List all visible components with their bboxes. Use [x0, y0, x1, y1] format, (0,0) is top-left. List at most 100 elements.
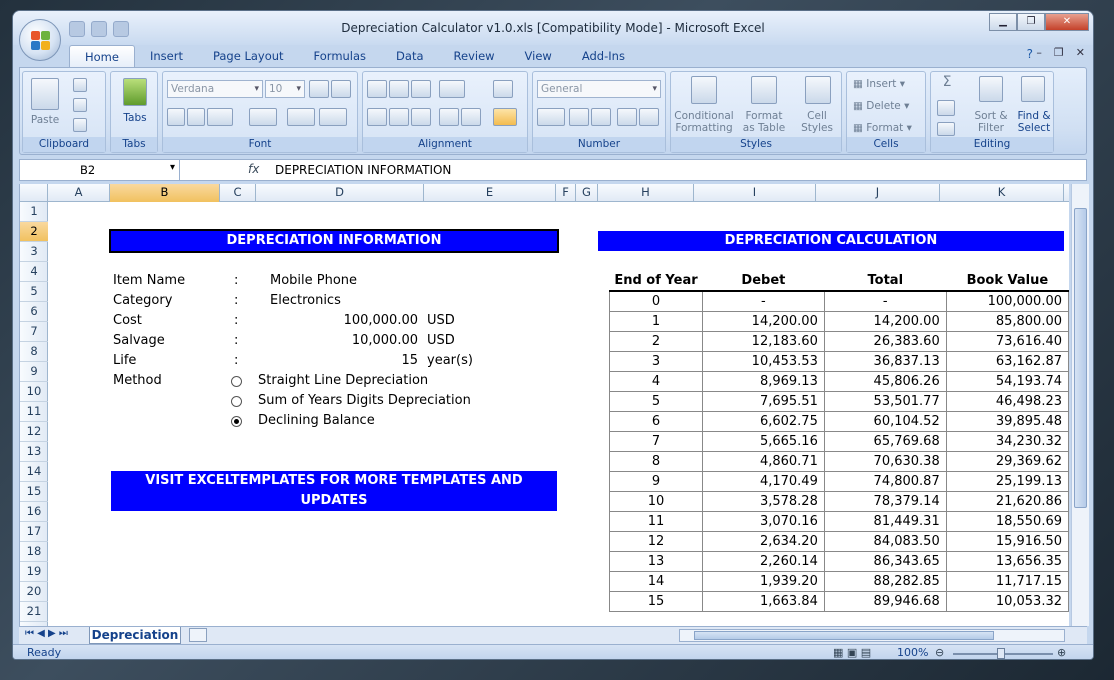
worksheet-grid[interactable]: A B C D E F G H I J K 1 2 3 4 5 6 7 8 9 10 11 12 13 1… — [19, 184, 1069, 626]
paste-button[interactable]: Paste — [27, 114, 63, 126]
borders-icon[interactable] — [249, 108, 277, 126]
row-header[interactable]: 1 — [20, 202, 48, 222]
close-button[interactable]: ✕ — [1045, 13, 1089, 31]
format-painter-icon[interactable] — [73, 118, 87, 132]
row-header[interactable]: 6 — [20, 302, 48, 322]
table-cell[interactable]: 26,383.60 — [823, 330, 947, 352]
visit-templates-link[interactable]: VISIT EXCELTEMPLATES FOR MORE TEMPLATES … — [111, 471, 557, 511]
field-value[interactable]: 100,000.00 — [256, 311, 418, 331]
table-cell[interactable]: 81,449.31 — [823, 510, 947, 532]
cut-icon[interactable] — [73, 78, 87, 92]
table-cell[interactable]: 12,183.60 — [701, 330, 825, 352]
table-cell[interactable]: 4,860.71 — [701, 450, 825, 472]
table-cell[interactable]: 74,800.87 — [823, 470, 947, 492]
table-cell[interactable]: 0 — [609, 290, 703, 312]
tab-review[interactable]: Review — [439, 45, 510, 67]
comma-style-icon[interactable] — [591, 108, 611, 126]
bold-icon[interactable] — [167, 108, 185, 126]
currency-icon[interactable] — [537, 108, 565, 126]
radio-sum-of-years[interactable] — [231, 396, 242, 407]
italic-icon[interactable] — [187, 108, 205, 126]
row-header[interactable]: 12 — [20, 422, 48, 442]
table-cell[interactable]: 36,837.13 — [823, 350, 947, 372]
table-cell[interactable]: 14,200.00 — [701, 310, 825, 332]
paste-icon[interactable] — [31, 78, 59, 110]
table-cell[interactable]: 25,199.13 — [945, 470, 1069, 492]
cell-styles-icon[interactable] — [805, 76, 831, 104]
information-header[interactable]: DEPRECIATION INFORMATION — [109, 229, 559, 253]
row-header[interactable]: 18 — [20, 542, 48, 562]
column-header[interactable]: F — [556, 184, 576, 202]
table-cell[interactable]: 1,663.84 — [701, 590, 825, 612]
find-select-icon[interactable] — [1021, 76, 1045, 102]
table-cell[interactable]: 6 — [609, 410, 703, 432]
table-cell[interactable]: 53,501.77 — [823, 390, 947, 412]
table-cell[interactable]: 6,602.75 — [701, 410, 825, 432]
tab-formulas[interactable]: Formulas — [299, 45, 382, 67]
view-buttons-icon[interactable]: ▦ ▣ ▤ — [833, 646, 871, 659]
row-header[interactable]: 5 — [20, 282, 48, 302]
orientation-icon[interactable] — [439, 80, 465, 98]
field-value[interactable]: 15 — [256, 351, 418, 371]
table-cell[interactable]: 78,379.14 — [823, 490, 947, 512]
find-select-button[interactable]: Find & Select — [1013, 110, 1055, 134]
minimize-button[interactable]: ▁ — [989, 13, 1017, 31]
column-header[interactable]: G — [576, 184, 598, 202]
table-cell[interactable]: 5,665.16 — [701, 430, 825, 452]
table-cell[interactable]: 3,578.28 — [701, 490, 825, 512]
row-header[interactable]: 16 — [20, 502, 48, 522]
table-cell[interactable]: 2 — [609, 330, 703, 352]
shrink-font-icon[interactable] — [331, 80, 351, 98]
table-cell[interactable]: 10 — [609, 490, 703, 512]
table-cell[interactable]: 73,616.40 — [945, 330, 1069, 352]
tag-icon[interactable] — [123, 78, 147, 106]
table-cell[interactable]: 7 — [609, 430, 703, 452]
merge-center-icon[interactable] — [493, 108, 517, 126]
column-header[interactable]: I — [694, 184, 816, 202]
format-as-table-button[interactable]: Format as Table — [739, 110, 789, 134]
formula-input[interactable]: DEPRECIATION INFORMATION — [275, 163, 451, 177]
zoom-in-icon[interactable]: ⊕ — [1057, 646, 1066, 659]
table-cell[interactable]: 21,620.86 — [945, 490, 1069, 512]
increase-decimal-icon[interactable] — [617, 108, 637, 126]
row-header[interactable]: 20 — [20, 582, 48, 602]
table-cell[interactable]: 89,946.68 — [823, 590, 947, 612]
table-cell[interactable]: 11 — [609, 510, 703, 532]
table-cell[interactable]: 15 — [609, 590, 703, 612]
percent-icon[interactable] — [569, 108, 589, 126]
row-header[interactable]: 11 — [20, 402, 48, 422]
insert-cells-button[interactable]: ▦ Insert ▾ — [853, 78, 923, 90]
table-cell[interactable]: - — [823, 290, 947, 312]
table-cell[interactable]: 46,498.23 — [945, 390, 1069, 412]
row-header[interactable]: 15 — [20, 482, 48, 502]
row-header[interactable]: 10 — [20, 382, 48, 402]
scroll-thumb[interactable] — [1074, 208, 1087, 508]
table-cell[interactable]: - — [701, 290, 825, 312]
number-format-combo[interactable]: General — [537, 80, 661, 98]
table-cell[interactable]: 60,104.52 — [823, 410, 947, 432]
table-cell[interactable]: 14 — [609, 570, 703, 592]
table-cell[interactable]: 63,162.87 — [945, 350, 1069, 372]
conditional-formatting-button[interactable]: Conditional Formatting — [673, 110, 735, 134]
radio-straight-line[interactable] — [231, 376, 242, 387]
increase-indent-icon[interactable] — [461, 108, 481, 126]
table-cell[interactable]: 7,695.51 — [701, 390, 825, 412]
horizontal-scrollbar[interactable] — [679, 629, 1065, 642]
field-value[interactable]: Mobile Phone — [270, 271, 357, 291]
table-cell[interactable]: 5 — [609, 390, 703, 412]
fx-icon[interactable]: fx — [188, 162, 268, 178]
row-header[interactable]: 8 — [20, 342, 48, 362]
table-cell[interactable]: 4 — [609, 370, 703, 392]
table-cell[interactable]: 11,717.15 — [945, 570, 1069, 592]
row-header[interactable]: 21 — [20, 602, 48, 622]
table-cell[interactable]: 10,453.53 — [701, 350, 825, 372]
table-cell[interactable]: 2,260.14 — [701, 550, 825, 572]
office-button[interactable] — [19, 19, 61, 61]
table-cell[interactable]: 86,343.65 — [823, 550, 947, 572]
row-header[interactable]: 19 — [20, 562, 48, 582]
insert-sheet-icon[interactable] — [189, 628, 207, 642]
table-cell[interactable]: 100,000.00 — [945, 290, 1069, 312]
table-cell[interactable]: 54,193.74 — [945, 370, 1069, 392]
zoom-level[interactable]: 100% — [897, 646, 928, 659]
align-middle-icon[interactable] — [389, 80, 409, 98]
